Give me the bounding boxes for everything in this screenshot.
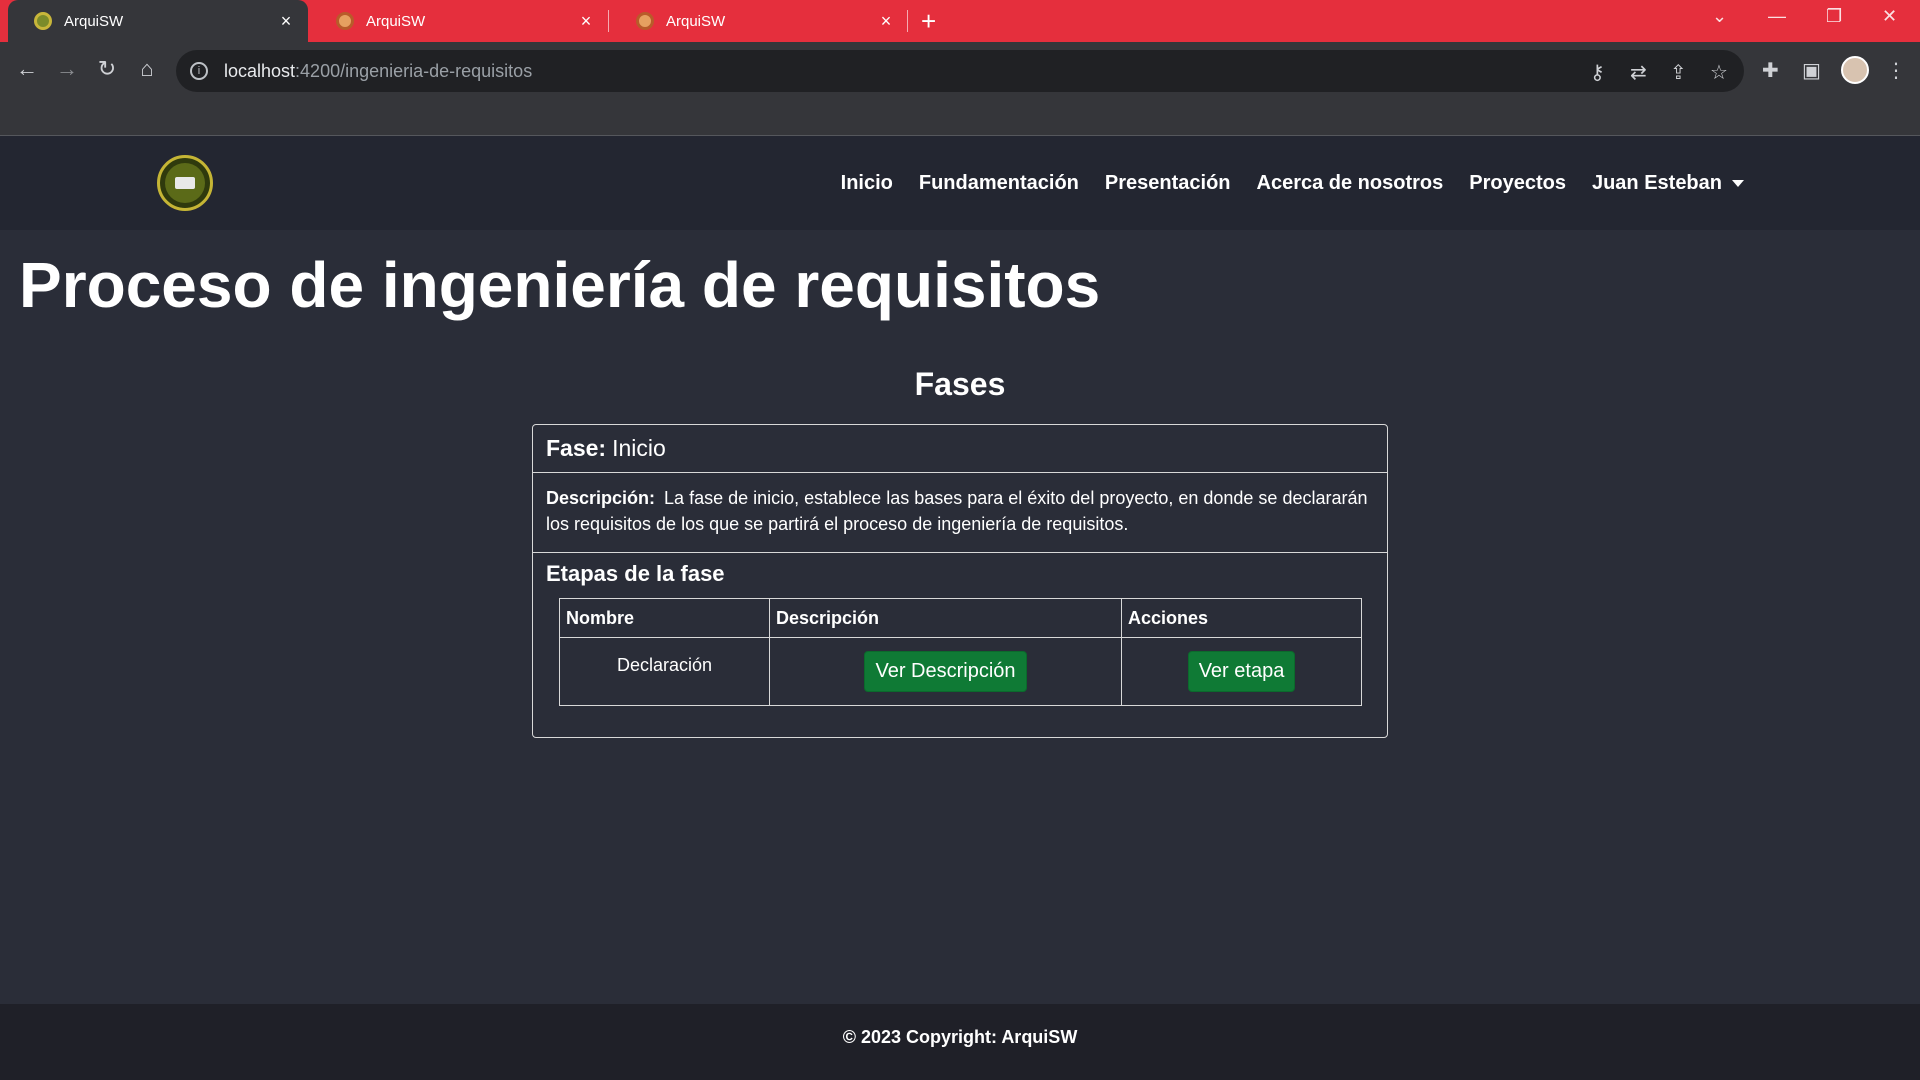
nav-links: Inicio Fundamentación Presentación Acerc… [815,136,1744,230]
close-tab-icon[interactable]: × [576,11,596,32]
user-name: Juan Esteban [1591,171,1722,194]
nav-link-inicio[interactable]: Inicio [841,172,893,195]
url-host: localhost [224,60,296,81]
table-header-row: Nombre Descripción Acciones [559,598,1362,638]
phase-header: Fase: Inicio [533,425,1387,473]
stage-description-cell: Ver Descripción [769,637,1122,706]
password-key-icon[interactable]: ⚷ [1590,60,1605,85]
stage-actions-cell: Ver etapa [1121,637,1362,706]
tab-title: ArquiSW [366,12,426,30]
nav-link-presentacion[interactable]: Presentación [1105,172,1231,195]
tab-title: ArquiSW [666,12,726,30]
user-menu-dropdown[interactable]: Juan Esteban [1592,172,1744,195]
close-window-icon[interactable]: ✕ [1882,6,1897,27]
share-icon[interactable]: ⇪ [1670,60,1687,85]
description-label: Descripción: [546,488,656,508]
site-footer: © 2023 Copyright: ArquiSW [0,1004,1920,1080]
view-stage-button[interactable]: Ver etapa [1187,651,1296,692]
close-tab-icon[interactable]: × [876,11,896,32]
tab-separator [608,10,609,32]
site-favicon-icon [34,12,52,30]
new-tab-icon[interactable]: + [921,5,936,37]
home-icon[interactable]: ⌂ [133,56,161,82]
copyright-text: © 2023 Copyright: ArquiSW [842,1027,1078,1047]
profile-avatar[interactable] [1841,56,1869,84]
restore-icon[interactable]: ❐ [1826,6,1842,27]
browser-menu-icon[interactable]: ⋮ [1886,58,1906,83]
phase-card: Fase: Inicio Descripción: La fase de ini… [532,424,1388,738]
site-info-icon[interactable]: i [190,62,208,80]
site-favicon-icon [336,12,354,30]
page-title: Proceso de ingeniería de requisitos [19,249,1101,321]
caret-down-icon [1732,179,1744,187]
tab-title: ArquiSW [64,12,124,30]
site-favicon-icon [636,12,654,30]
nav-link-acerca[interactable]: Acerca de nosotros [1257,172,1444,195]
column-header-descripcion: Descripción [769,598,1122,638]
browser-tab-bar: ArquiSW × ArquiSW × ArquiSW × + ⌄ — ❐ ✕ [0,0,1920,42]
tab-separator [907,10,908,32]
reload-icon[interactable]: ↻ [93,56,121,82]
bookmark-star-icon[interactable]: ☆ [1710,60,1728,85]
side-panel-icon[interactable]: ▣ [1802,58,1821,83]
column-header-nombre: Nombre [559,598,770,638]
extensions-icon[interactable]: ✚ [1762,58,1779,83]
nav-link-proyectos[interactable]: Proyectos [1469,172,1566,195]
address-bar[interactable]: i localhost:4200/ingenieria-de-requisito… [176,50,1744,92]
nav-link-fundamentacion[interactable]: Fundamentación [919,172,1079,195]
phase-label: Fase: [546,435,607,461]
site-logo[interactable] [157,155,213,211]
translate-icon[interactable]: ⇄ [1630,60,1647,85]
view-description-button[interactable]: Ver Descripción [864,651,1027,692]
stages-table: Nombre Descripción Acciones Declaración … [559,598,1362,706]
description-text: La fase de inicio, establece las bases p… [546,488,1368,534]
site-navbar: Inicio Fundamentación Presentación Acerc… [0,136,1920,230]
section-title: Fases [914,366,1006,402]
stages-title: Etapas de la fase [546,561,725,586]
minimize-icon[interactable]: — [1768,6,1786,27]
phase-description: Descripción: La fase de inicio, establec… [533,473,1387,553]
back-icon[interactable]: ← [13,56,41,82]
tab-search-icon[interactable]: ⌄ [1712,6,1727,27]
browser-tab[interactable]: ArquiSW × [610,0,908,42]
forward-icon[interactable]: → [53,56,81,82]
stage-name: Declaración [559,637,770,706]
browser-tab[interactable]: ArquiSW × [8,0,308,42]
column-header-acciones: Acciones [1121,598,1362,638]
browser-tab[interactable]: ArquiSW × [310,0,608,42]
table-row: Declaración Ver Descripción Ver etapa [559,637,1362,706]
phase-name: Inicio [612,435,666,461]
browser-toolbar: ← → ↻ ⌂ i localhost:4200/ingenieria-de-r… [0,42,1920,136]
url-path: :4200/ingenieria-de-requisitos [295,60,533,81]
close-tab-icon[interactable]: × [276,11,296,32]
